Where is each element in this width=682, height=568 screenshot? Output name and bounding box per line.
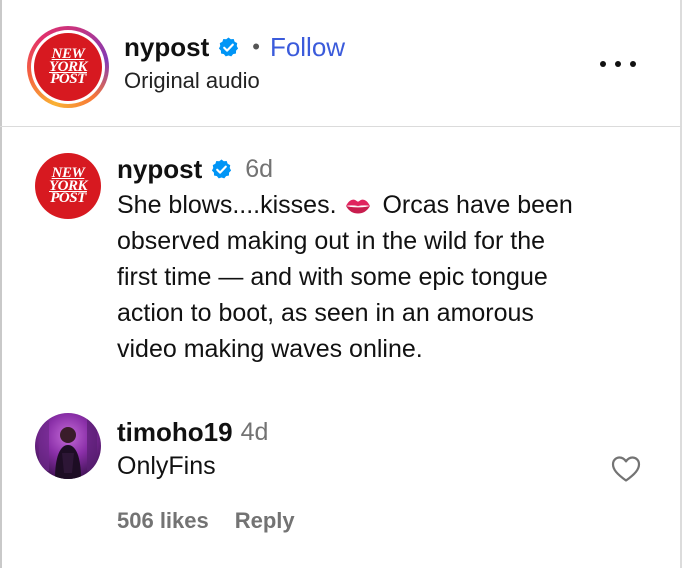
comment-actions: 506 likes Reply [117,506,295,536]
logo-line-3: POST [50,190,86,207]
caption-line: action to boot, as seen in an amorous [117,299,534,327]
more-dot [630,61,636,67]
caption-line-end: Orcas have been [382,191,573,219]
verified-badge-icon [212,158,232,178]
kiss-mark-icon [346,200,371,214]
person-silhouette-icon [39,419,97,479]
verified-badge-icon [219,36,239,56]
heart-like-icon[interactable] [611,455,641,483]
caption-line-start: She blows....kisses. [117,191,337,219]
post-header: NEW YORK POST nypost • Follow Original a… [0,0,682,126]
follow-button[interactable]: Follow [270,32,345,63]
more-dot [600,61,606,67]
caption-line: first time — and with some epic tongue [117,263,548,291]
original-audio-link[interactable]: Original audio [124,68,260,94]
comment-username[interactable]: timoho19 [117,417,233,448]
caption-header: nypost 6d [117,153,273,185]
caption-username[interactable]: nypost [117,154,202,185]
avatar-inner: NEW YORK POST [31,30,105,104]
header-username[interactable]: nypost [124,32,209,63]
caption-line: She blows....kisses. Orcas have been [117,187,662,223]
story-ring-avatar[interactable]: NEW YORK POST [27,26,109,108]
reply-button[interactable]: Reply [235,508,295,534]
caption-timestamp[interactable]: 6d [245,155,273,184]
comment-text: OnlyFins [117,452,216,480]
comment-avatar[interactable] [35,413,101,479]
caption-line: observed making out in the wild for the [117,227,546,255]
separator-dot: • [252,34,260,59]
comment-timestamp[interactable]: 4d [241,418,269,447]
header-name-row: nypost • Follow [124,30,345,64]
logo-line-3: POST [50,71,86,88]
caption-line: video making waves online. [117,335,423,363]
nypost-logo: NEW YORK POST [34,33,102,101]
header-divider [0,126,682,127]
more-options-icon[interactable] [600,52,636,76]
comment-header: timoho19 4d [117,415,268,449]
caption-avatar[interactable]: NEW YORK POST [35,153,101,219]
caption-text: She blows....kisses. Orcas have been obs… [117,187,662,367]
nypost-logo: NEW YORK POST [35,153,101,219]
more-dot [615,61,621,67]
like-count[interactable]: 506 likes [117,508,209,534]
